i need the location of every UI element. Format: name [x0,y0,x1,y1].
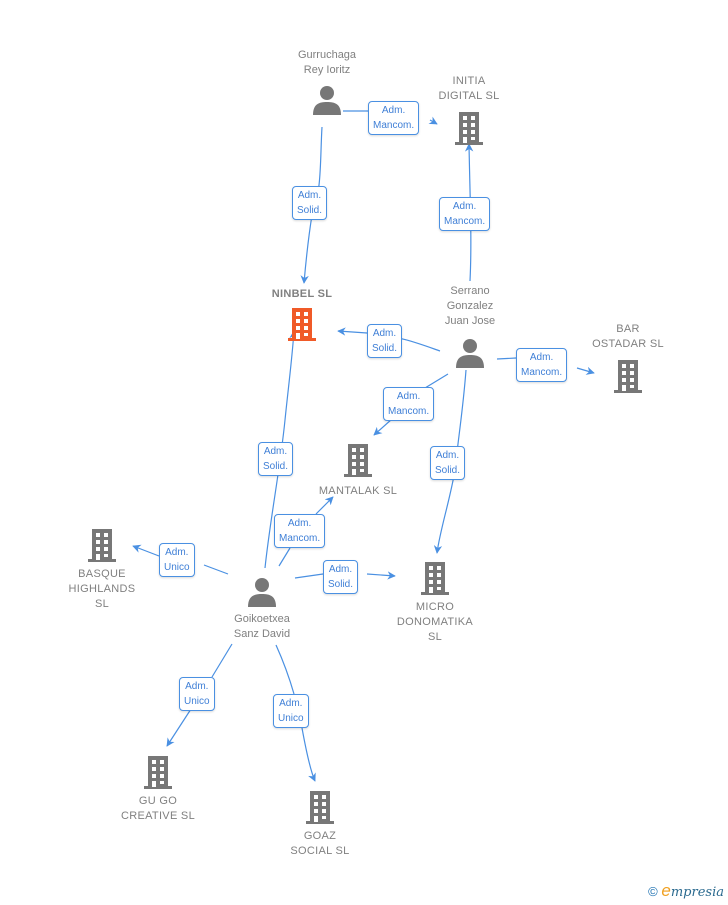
building-icon [344,444,372,477]
building-icon [614,360,642,393]
brand-logo-initial: e [661,881,671,900]
edge-label-goikoetxea-gugo[interactable]: Adm. Unico [179,677,215,711]
node-gu-go-creative[interactable]: GU GO CREATIVE SL [108,754,208,824]
building-icon [455,112,483,145]
edge-label-goikoetxea-goaz[interactable]: Adm. Unico [273,694,309,728]
edge-label-serrano-ninbel[interactable]: Adm. Solid. [367,324,403,358]
node-label: MANTALAK SL [318,485,398,497]
node-serrano[interactable]: Serrano Gonzalez Juan Jose [420,284,520,369]
node-bar-ostadar[interactable]: BAR OSTADAR SL [582,322,674,394]
building-icon [306,791,334,824]
brand-logo-text: mpresia [670,885,724,900]
edge-label-goikoetxea-ninbel[interactable]: Adm. Solid. [258,442,294,476]
edge-label-gurruchaga-initia[interactable]: Adm. Mancom. [368,101,420,135]
node-label: GU GO CREATIVE SL [120,795,195,822]
building-icon [288,308,316,341]
node-label: BASQUE HIGHLANDS SL [68,568,136,610]
person-icon [248,578,276,607]
edge-label-serrano-bar[interactable]: Adm. Mancom. [516,348,568,382]
node-micro-donomatika[interactable]: MICRO DONOMATIKA SL [386,560,484,645]
edge-label-goikoetxea-mantalak[interactable]: Adm. Mancom. [274,514,326,548]
node-initia[interactable]: INITIA DIGITAL SL [420,74,518,146]
building-icon [144,756,172,789]
building-icon [421,562,449,595]
copyright-icon: © [648,884,658,899]
edge-label-serrano-initia[interactable]: Adm. Mancom. [439,197,491,231]
node-goaz-social[interactable]: GOAZ SOCIAL SL [272,789,368,859]
edge-label-serrano-mantalak[interactable]: Adm. Mancom. [383,387,435,421]
edge-label-serrano-micro[interactable]: Adm. Solid. [430,446,466,480]
node-label: NINBEL SL [271,288,333,300]
node-mantalak[interactable]: MANTALAK SL [306,442,410,499]
node-gurruchaga[interactable]: Gurruchaga Rey Ioritz [272,48,382,116]
node-basque-highlands[interactable]: BASQUE HIGHLANDS SL [56,527,148,612]
edge-label-gurruchaga-ninbel[interactable]: Adm. Solid. [292,186,328,220]
node-label: Goikoetxea Sanz David [233,613,291,640]
footer-brand[interactable]: © empresia [648,881,724,901]
edge-label-goikoetxea-basque[interactable]: Adm. Unico [159,543,195,577]
person-icon [313,86,341,115]
building-icon [88,529,116,562]
node-label: INITIA DIGITAL SL [438,75,500,102]
node-label: Serrano Gonzalez Juan Jose [444,285,496,327]
node-label: BAR OSTADAR SL [592,323,664,350]
edge-label-goikoetxea-micro[interactable]: Adm. Solid. [323,560,359,594]
person-icon [456,339,484,368]
node-goikoetxea[interactable]: Goikoetxea Sanz David [210,576,314,642]
node-label: Gurruchaga Rey Ioritz [297,49,357,76]
node-label: MICRO DONOMATIKA SL [396,601,474,643]
node-ninbel[interactable]: NINBEL SL [252,287,352,342]
node-label: GOAZ SOCIAL SL [290,830,350,857]
